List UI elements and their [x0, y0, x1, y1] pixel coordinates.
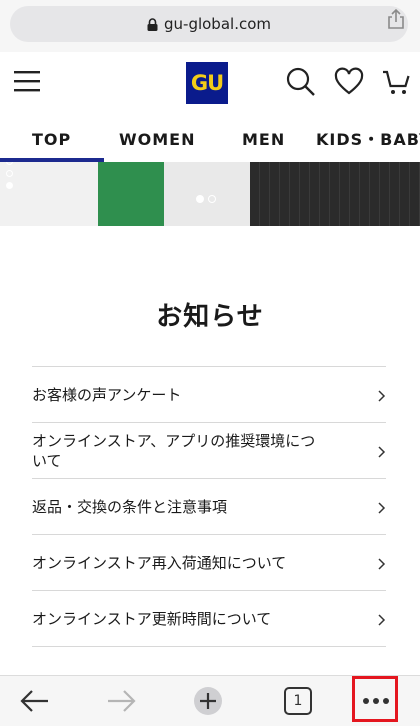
- notice-item[interactable]: オンラインストア、アプリの推奨環境について: [32, 423, 386, 479]
- notice-item-label: オンラインストア、アプリの推奨環境について: [32, 431, 316, 470]
- new-tab-icon[interactable]: [192, 686, 224, 716]
- chevron-right-icon: [378, 444, 386, 458]
- browser-top-bar: gu-global.com: [0, 0, 420, 52]
- hero-banner[interactable]: [0, 162, 420, 226]
- search-icon[interactable]: [286, 67, 316, 97]
- tab-men[interactable]: MEN: [242, 115, 285, 163]
- lock-icon: [147, 17, 158, 31]
- vertical-dot[interactable]: [6, 170, 13, 177]
- notice-item[interactable]: オンラインストア再入荷通知について: [32, 535, 386, 591]
- back-arrow-icon[interactable]: [18, 686, 50, 716]
- notice-item[interactable]: オンラインストア更新時間について: [32, 591, 386, 647]
- vertical-pagination: [6, 162, 13, 194]
- notice-list: お客様の声アンケート オンラインストア、アプリの推奨環境について 返品・交換の条…: [32, 366, 386, 647]
- notice-item-label: お客様の声アンケート: [32, 385, 182, 404]
- site-header: GU: [0, 52, 420, 112]
- notice-item[interactable]: お客様の声アンケート: [32, 367, 386, 423]
- highlight-box: [352, 676, 398, 722]
- chevron-right-icon: [378, 612, 386, 626]
- banner-striped-garment: [250, 162, 420, 226]
- category-tabs: TOP WOMEN MEN KIDS・BABY: [0, 115, 420, 163]
- carousel-pagination: [196, 195, 216, 203]
- notice-title: お知らせ: [156, 302, 264, 332]
- forward-arrow-icon[interactable]: [106, 686, 138, 716]
- notice-item-label: 返品・交換の条件と注意事項: [32, 497, 228, 516]
- vertical-dot[interactable]: [6, 162, 13, 165]
- tab-top[interactable]: TOP: [32, 115, 71, 163]
- url-text: gu-global.com: [164, 15, 271, 33]
- chevron-right-icon: [378, 500, 386, 514]
- logo-text: GU: [190, 71, 224, 95]
- cart-icon[interactable]: [382, 67, 412, 97]
- notice-item[interactable]: 返品・交換の条件と注意事項: [32, 479, 386, 535]
- chevron-right-icon: [378, 388, 386, 402]
- notice-item-label: オンラインストア再入荷通知について: [32, 553, 287, 572]
- notice-item-label: オンラインストア更新時間について: [32, 609, 272, 628]
- tab-count: 1: [293, 693, 303, 709]
- menu-icon[interactable]: [14, 69, 40, 93]
- vertical-dot-active[interactable]: [6, 182, 13, 189]
- chevron-right-icon: [378, 556, 386, 570]
- carousel-dot[interactable]: [208, 195, 216, 203]
- banner-panel-left: [0, 162, 98, 226]
- share-icon[interactable]: [386, 8, 406, 30]
- address-bar[interactable]: gu-global.com: [10, 6, 408, 42]
- gu-logo[interactable]: GU: [186, 62, 228, 104]
- tab-kids-baby[interactable]: KIDS・BABY: [316, 115, 420, 163]
- tab-women[interactable]: WOMEN: [119, 115, 196, 163]
- carousel-dot-active[interactable]: [196, 195, 204, 203]
- banner-green-garment: [98, 162, 164, 226]
- heart-icon[interactable]: [334, 67, 364, 97]
- tabs-icon[interactable]: 1: [282, 686, 314, 716]
